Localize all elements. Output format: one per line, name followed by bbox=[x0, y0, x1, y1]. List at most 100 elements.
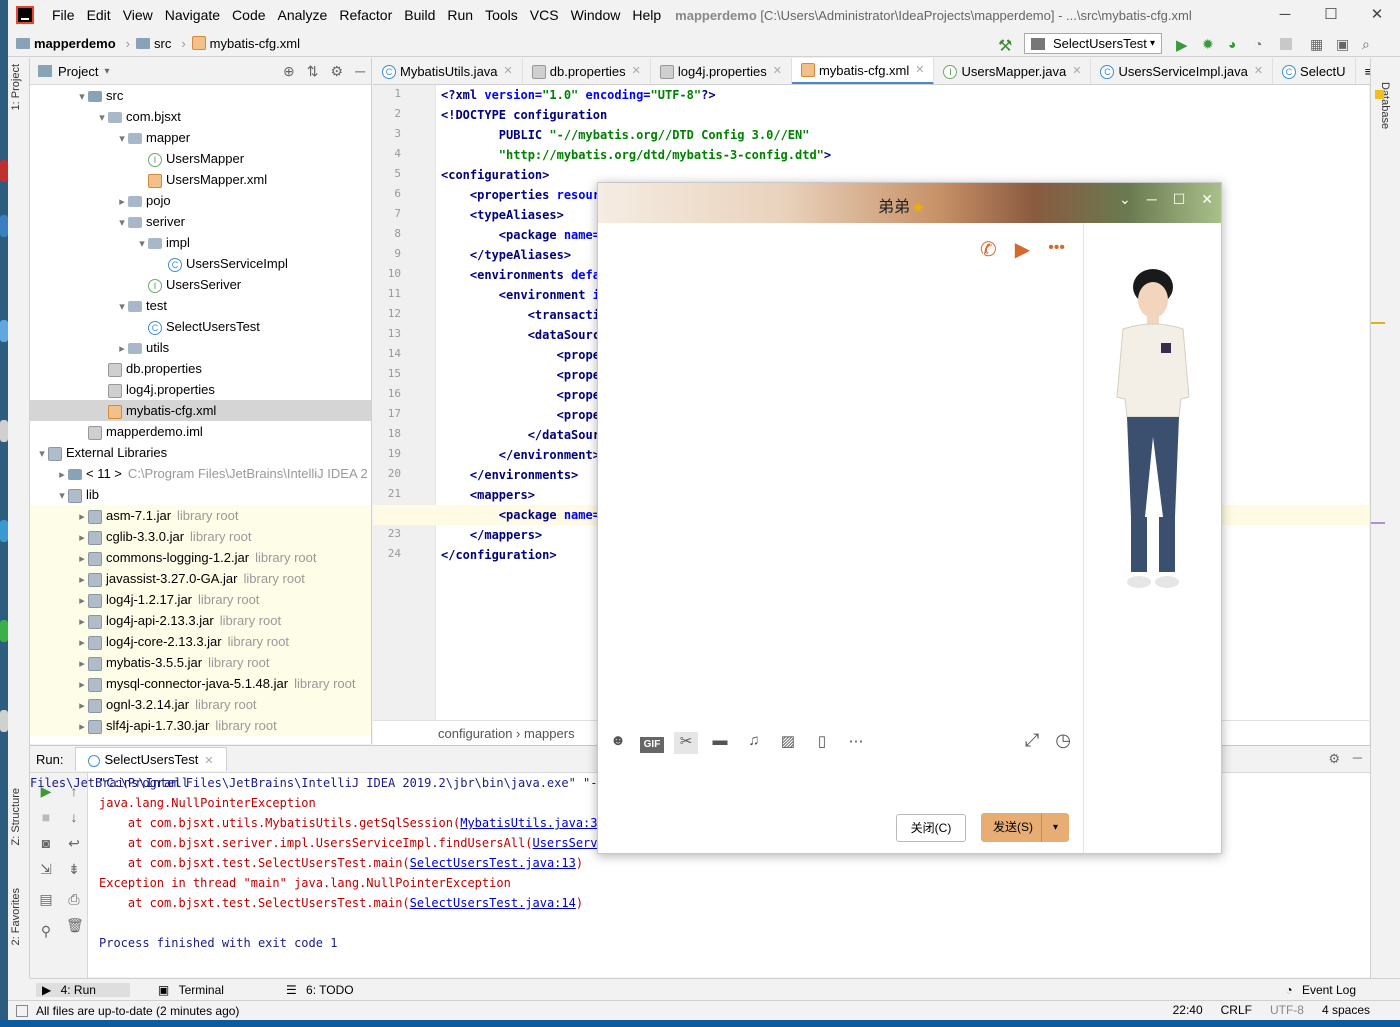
gear-icon[interactable]: ⚙ bbox=[331, 63, 344, 80]
tree-item[interactable]: ▸ pojo bbox=[30, 190, 371, 211]
phone-icon[interactable]: ✆ bbox=[980, 237, 997, 262]
expand-arrow-icon[interactable]: ▾ bbox=[36, 444, 48, 465]
maximize-icon[interactable]: ☐ bbox=[1308, 0, 1354, 30]
caret-position[interactable]: 22:40 bbox=[1173, 1003, 1203, 1017]
tab-todo[interactable]: ☰ 6: TODO bbox=[280, 983, 388, 997]
expand-arrow-icon[interactable]: ▸ bbox=[116, 339, 128, 360]
tab-terminal[interactable]: ▣ Terminal bbox=[152, 983, 258, 997]
menu-build[interactable]: Build bbox=[398, 0, 441, 30]
menu-code[interactable]: Code bbox=[226, 0, 271, 30]
music-icon[interactable]: ♫ bbox=[742, 732, 766, 754]
expand-arrow-icon[interactable]: ▾ bbox=[136, 234, 148, 255]
close-tab-icon[interactable]: ✕ bbox=[1072, 58, 1081, 84]
tree-item[interactable]: I UsersMapper bbox=[30, 148, 371, 169]
crumb-src[interactable]: src bbox=[154, 36, 171, 51]
tree-item[interactable]: ▾ src bbox=[30, 85, 371, 106]
close-tab-icon[interactable]: ✕ bbox=[915, 58, 924, 84]
expand-arrow-icon[interactable]: ▸ bbox=[76, 696, 88, 717]
coverage-icon[interactable]: ◕ bbox=[1228, 36, 1244, 52]
terminal-icon[interactable]: ▣ bbox=[1336, 36, 1352, 52]
scissors-icon[interactable]: ✂ bbox=[674, 732, 698, 754]
tree-item[interactable]: ▸ cglib-3.3.0.jar library root bbox=[30, 526, 371, 549]
more-icon[interactable]: ⋯ bbox=[844, 732, 868, 754]
menu-refactor[interactable]: Refactor bbox=[333, 0, 398, 30]
stacktrace-link[interactable]: SelectUsersTest.java:14 bbox=[410, 896, 576, 910]
tree-item[interactable]: ▸ log4j-core-2.13.3.jar library root bbox=[30, 631, 371, 654]
line-separator[interactable]: CRLF bbox=[1221, 1003, 1252, 1017]
menu-analyze[interactable]: Analyze bbox=[272, 0, 334, 30]
tab-db-properties[interactable]: db.properties ✕ bbox=[523, 58, 651, 84]
tree-item[interactable]: db.properties bbox=[30, 358, 371, 379]
hide-icon[interactable]: ─ bbox=[355, 63, 365, 80]
file-encoding[interactable]: UTF-8 bbox=[1270, 1003, 1304, 1017]
tree-item[interactable]: I UsersSeriver bbox=[30, 274, 371, 295]
menu-navigate[interactable]: Navigate bbox=[159, 0, 226, 30]
project-structure-icon[interactable]: ▦ bbox=[1310, 36, 1326, 52]
run-icon[interactable]: ▶ bbox=[1176, 36, 1192, 54]
send-button[interactable]: 发送(S) ▾ bbox=[981, 813, 1069, 842]
project-tool-tab[interactable]: 1: Project bbox=[10, 64, 22, 110]
tree-item[interactable]: C UsersServiceImpl bbox=[30, 253, 371, 274]
tree-item[interactable]: ▾ seriver bbox=[30, 211, 371, 234]
indent-setting[interactable]: 4 spaces bbox=[1322, 1003, 1370, 1017]
trash-icon[interactable]: 🗑 bbox=[66, 917, 84, 933]
close-chat-button[interactable]: 关闭(C) bbox=[896, 814, 966, 842]
profile-icon[interactable]: ◔ bbox=[1254, 36, 1270, 52]
expand-arrow-icon[interactable]: ▾ bbox=[116, 213, 128, 234]
close-tab-icon[interactable]: ✕ bbox=[632, 58, 641, 84]
camera-icon[interactable]: ◙ bbox=[38, 835, 54, 851]
close-tab-icon[interactable]: ✕ bbox=[773, 58, 782, 84]
tree-item[interactable]: ▸ commons-logging-1.2.jar library root bbox=[30, 547, 371, 568]
chat-title-bar[interactable]: 弟弟 ★ ⌄ ─ ☐ ✕ bbox=[598, 183, 1221, 223]
tree-item[interactable]: ▸ ognl-3.2.14.jar library root bbox=[30, 694, 371, 717]
tree-item[interactable]: ▸ asm-7.1.jar library root bbox=[30, 505, 371, 528]
folder-icon[interactable]: ▬ bbox=[708, 732, 732, 754]
tree-item[interactable]: ▸ < 11 > C:\Program Files\JetBrains\Intell… bbox=[30, 463, 371, 486]
menu-vcs[interactable]: VCS bbox=[524, 0, 565, 30]
collapse-all-icon[interactable]: ⇅ bbox=[307, 63, 319, 80]
stacktrace-link[interactable]: MybatisUtils.java:34 bbox=[460, 816, 605, 830]
locate-icon[interactable]: ⊕ bbox=[283, 63, 295, 80]
expand-arrow-icon[interactable]: ▸ bbox=[76, 528, 88, 549]
expand-arrow-icon[interactable]: ▾ bbox=[116, 129, 128, 150]
expand-arrow-icon[interactable]: ▸ bbox=[76, 654, 88, 675]
event-log-button[interactable]: ◔ Event Log bbox=[1279, 983, 1390, 997]
expand-arrow-icon[interactable]: ▸ bbox=[76, 507, 88, 528]
gear-icon[interactable]: ⚙ bbox=[1328, 751, 1340, 767]
tab-usersserviceimpl-java[interactable]: C UsersServiceImpl.java ✕ bbox=[1091, 58, 1274, 84]
history-icon[interactable]: ◷ bbox=[1055, 730, 1071, 751]
expand-arrow-icon[interactable]: ▸ bbox=[76, 612, 88, 633]
tree-item[interactable]: ▾ impl bbox=[30, 232, 371, 255]
crumb-file[interactable]: mybatis-cfg.xml bbox=[210, 36, 300, 51]
tree-item[interactable]: UsersMapper.xml bbox=[30, 169, 371, 190]
tab-mybatis-cfg-xml[interactable]: mybatis-cfg.xml ✕ bbox=[791, 58, 935, 84]
maximize-icon[interactable]: ☐ bbox=[1173, 191, 1186, 208]
expand-arrow-icon[interactable]: ▾ bbox=[96, 108, 108, 129]
expand-arrow-icon[interactable]: ▸ bbox=[56, 465, 68, 486]
menu-window[interactable]: Window bbox=[565, 0, 627, 30]
close-icon[interactable]: ✕ bbox=[1354, 0, 1400, 30]
chevron-down-icon[interactable]: ▾ bbox=[104, 66, 109, 77]
more-icon[interactable]: ••• bbox=[1048, 237, 1065, 262]
expand-arrow-icon[interactable]: ▸ bbox=[76, 591, 88, 612]
chevron-down-icon[interactable]: ⌄ bbox=[1119, 191, 1131, 208]
tree-item[interactable]: mybatis-cfg.xml bbox=[30, 400, 371, 421]
tree-item[interactable]: ▾ mapper bbox=[30, 127, 371, 150]
tree-item[interactable]: ▸ log4j-1.2.17.jar library root bbox=[30, 589, 371, 612]
tab-log4j-properties[interactable]: log4j.properties ✕ bbox=[651, 58, 792, 84]
minimize-icon[interactable]: ─ bbox=[1147, 191, 1157, 208]
print-icon[interactable]: ⎙ bbox=[66, 891, 82, 907]
menu-file[interactable]: File bbox=[46, 0, 81, 30]
stop-icon[interactable]: ■ bbox=[38, 809, 54, 825]
expand-icon[interactable]: ⤢ bbox=[1025, 730, 1039, 751]
structure-tool-tab[interactable]: Z: Structure bbox=[10, 788, 22, 845]
close-tab-icon[interactable]: ✕ bbox=[504, 58, 513, 84]
menu-tools[interactable]: Tools bbox=[479, 0, 524, 30]
expand-arrow-icon[interactable]: ▸ bbox=[76, 633, 88, 654]
close-tab-icon[interactable]: ✕ bbox=[1254, 58, 1263, 84]
run-configuration-select[interactable]: SelectUsersTest ▾ bbox=[1024, 33, 1162, 54]
hide-icon[interactable]: ─ bbox=[1353, 750, 1362, 765]
debug-icon[interactable]: ✹ bbox=[1202, 36, 1218, 52]
chevron-down-icon[interactable]: ▾ bbox=[1041, 813, 1069, 842]
expand-arrow-icon[interactable]: ▾ bbox=[56, 486, 68, 507]
